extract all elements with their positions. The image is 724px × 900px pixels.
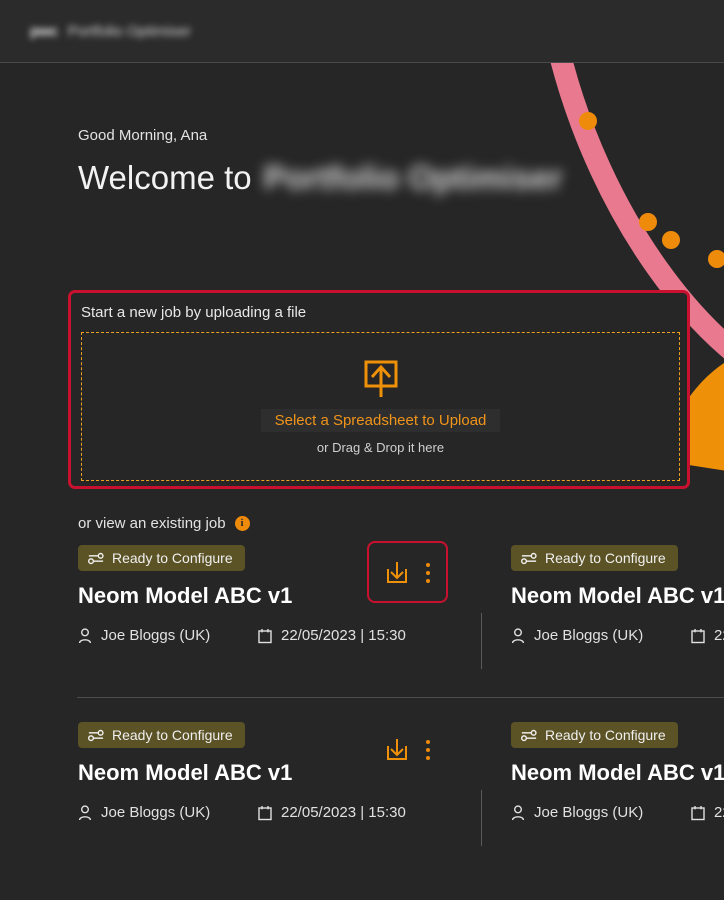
job-row: Ready to Configure Neom Model ABC v1 Joe…	[0, 545, 724, 697]
status-badge-label: Ready to Configure	[112, 550, 233, 566]
upload-tray-icon	[364, 360, 397, 397]
download-icon[interactable]	[384, 737, 410, 763]
status-badge[interactable]: Ready to Configure	[78, 722, 245, 748]
job-date: 22/05/2023 | 15:30	[691, 804, 724, 821]
job-actions	[384, 560, 434, 586]
job-card[interactable]: Ready to Configure Neom Model ABC v1 Joe…	[511, 722, 724, 821]
job-owner-label: Joe Bloggs (UK)	[101, 627, 211, 644]
job-card[interactable]: Ready to Configure Neom Model ABC v1 Joe…	[511, 545, 724, 644]
app-header-bar: pwc Portfolio Optimiser	[0, 0, 724, 63]
welcome-product-name: Portfolio Optimiser	[263, 159, 563, 196]
user-icon	[511, 804, 525, 820]
job-title: Neom Model ABC v1	[78, 583, 293, 608]
sliders-icon	[521, 729, 537, 741]
status-badge[interactable]: Ready to Configure	[78, 545, 245, 571]
job-date: 22/05/2023 | 15:30	[691, 627, 724, 644]
upload-panel-label: Start a new job by uploading a file	[81, 304, 307, 321]
sliders-icon	[88, 729, 104, 741]
job-date: 22/05/2023 | 15:30	[258, 627, 406, 644]
info-circle-icon[interactable]: i	[234, 516, 250, 531]
job-title: Neom Model ABC v1	[511, 583, 724, 608]
welcome-prefix: Welcome to	[78, 159, 252, 196]
kebab-menu-icon[interactable]	[422, 560, 434, 586]
status-badge[interactable]: Ready to Configure	[511, 722, 678, 748]
download-icon[interactable]	[384, 560, 410, 586]
status-badge-label: Ready to Configure	[545, 727, 666, 743]
job-date: 22/05/2023 | 15:30	[258, 804, 406, 821]
calendar-icon	[691, 628, 705, 643]
job-title: Neom Model ABC v1	[511, 760, 724, 785]
job-owner-label: Joe Bloggs (UK)	[101, 804, 211, 821]
calendar-icon	[691, 805, 705, 820]
sliders-icon	[88, 552, 104, 564]
drag-drop-hint: or Drag & Drop it here	[316, 439, 445, 455]
job-owner: Joe Bloggs (UK)	[78, 627, 258, 644]
greeting-text: Good Morning, Ana	[78, 127, 208, 144]
app-title: Portfolio Optimiser	[67, 22, 192, 40]
job-metadata: Joe Bloggs (UK) 22/05/2023 | 15:30	[511, 627, 724, 644]
existing-jobs-label: or view an existing job	[78, 515, 226, 532]
new-job-upload-panel: Start a new job by uploading a file Sele…	[68, 290, 690, 489]
job-metadata: Joe Bloggs (UK) 22/05/2023 | 15:30	[511, 804, 724, 821]
job-owner-label: Joe Bloggs (UK)	[534, 804, 644, 821]
existing-jobs-heading: or view an existing job i	[78, 515, 250, 532]
status-badge[interactable]: Ready to Configure	[511, 545, 678, 571]
kebab-menu-icon[interactable]	[422, 737, 434, 763]
job-row: Ready to Configure Neom Model ABC v1 Joe…	[0, 698, 724, 850]
job-metadata: Joe Bloggs (UK) 22/05/2023 | 15:30	[78, 804, 483, 821]
select-spreadsheet-button[interactable]: Select a Spreadsheet to Upload	[260, 408, 501, 432]
job-date-label: 22/05/2023 | 15:30	[281, 804, 406, 821]
status-badge-label: Ready to Configure	[545, 550, 666, 566]
calendar-icon	[258, 628, 272, 643]
file-dropzone[interactable]: Select a Spreadsheet to Upload or Drag &…	[81, 332, 680, 481]
user-icon	[511, 627, 525, 643]
job-date-label: 22/05/2023 | 15:30	[281, 627, 406, 644]
pwc-logo-icon: pwc	[30, 22, 58, 40]
job-list: Ready to Configure Neom Model ABC v1 Joe…	[0, 545, 724, 850]
job-date-label: 22/05/2023 | 15:30	[714, 627, 724, 644]
job-actions	[384, 737, 434, 763]
job-owner: Joe Bloggs (UK)	[511, 627, 691, 644]
job-metadata: Joe Bloggs (UK) 22/05/2023 | 15:30	[78, 627, 483, 644]
app-window: pwc Portfolio Optimiser Good Morning, An…	[0, 0, 724, 900]
sliders-icon	[521, 552, 537, 564]
calendar-icon	[258, 805, 272, 820]
user-icon	[78, 627, 92, 643]
user-icon	[78, 804, 92, 820]
welcome-heading: Welcome to Portfolio Optimiser	[78, 159, 562, 197]
job-owner-label: Joe Bloggs (UK)	[534, 627, 644, 644]
job-owner: Joe Bloggs (UK)	[78, 804, 258, 821]
job-owner: Joe Bloggs (UK)	[511, 804, 691, 821]
job-title: Neom Model ABC v1	[78, 760, 293, 785]
status-badge-label: Ready to Configure	[112, 727, 233, 743]
job-date-label: 22/05/2023 | 15:30	[714, 804, 724, 821]
